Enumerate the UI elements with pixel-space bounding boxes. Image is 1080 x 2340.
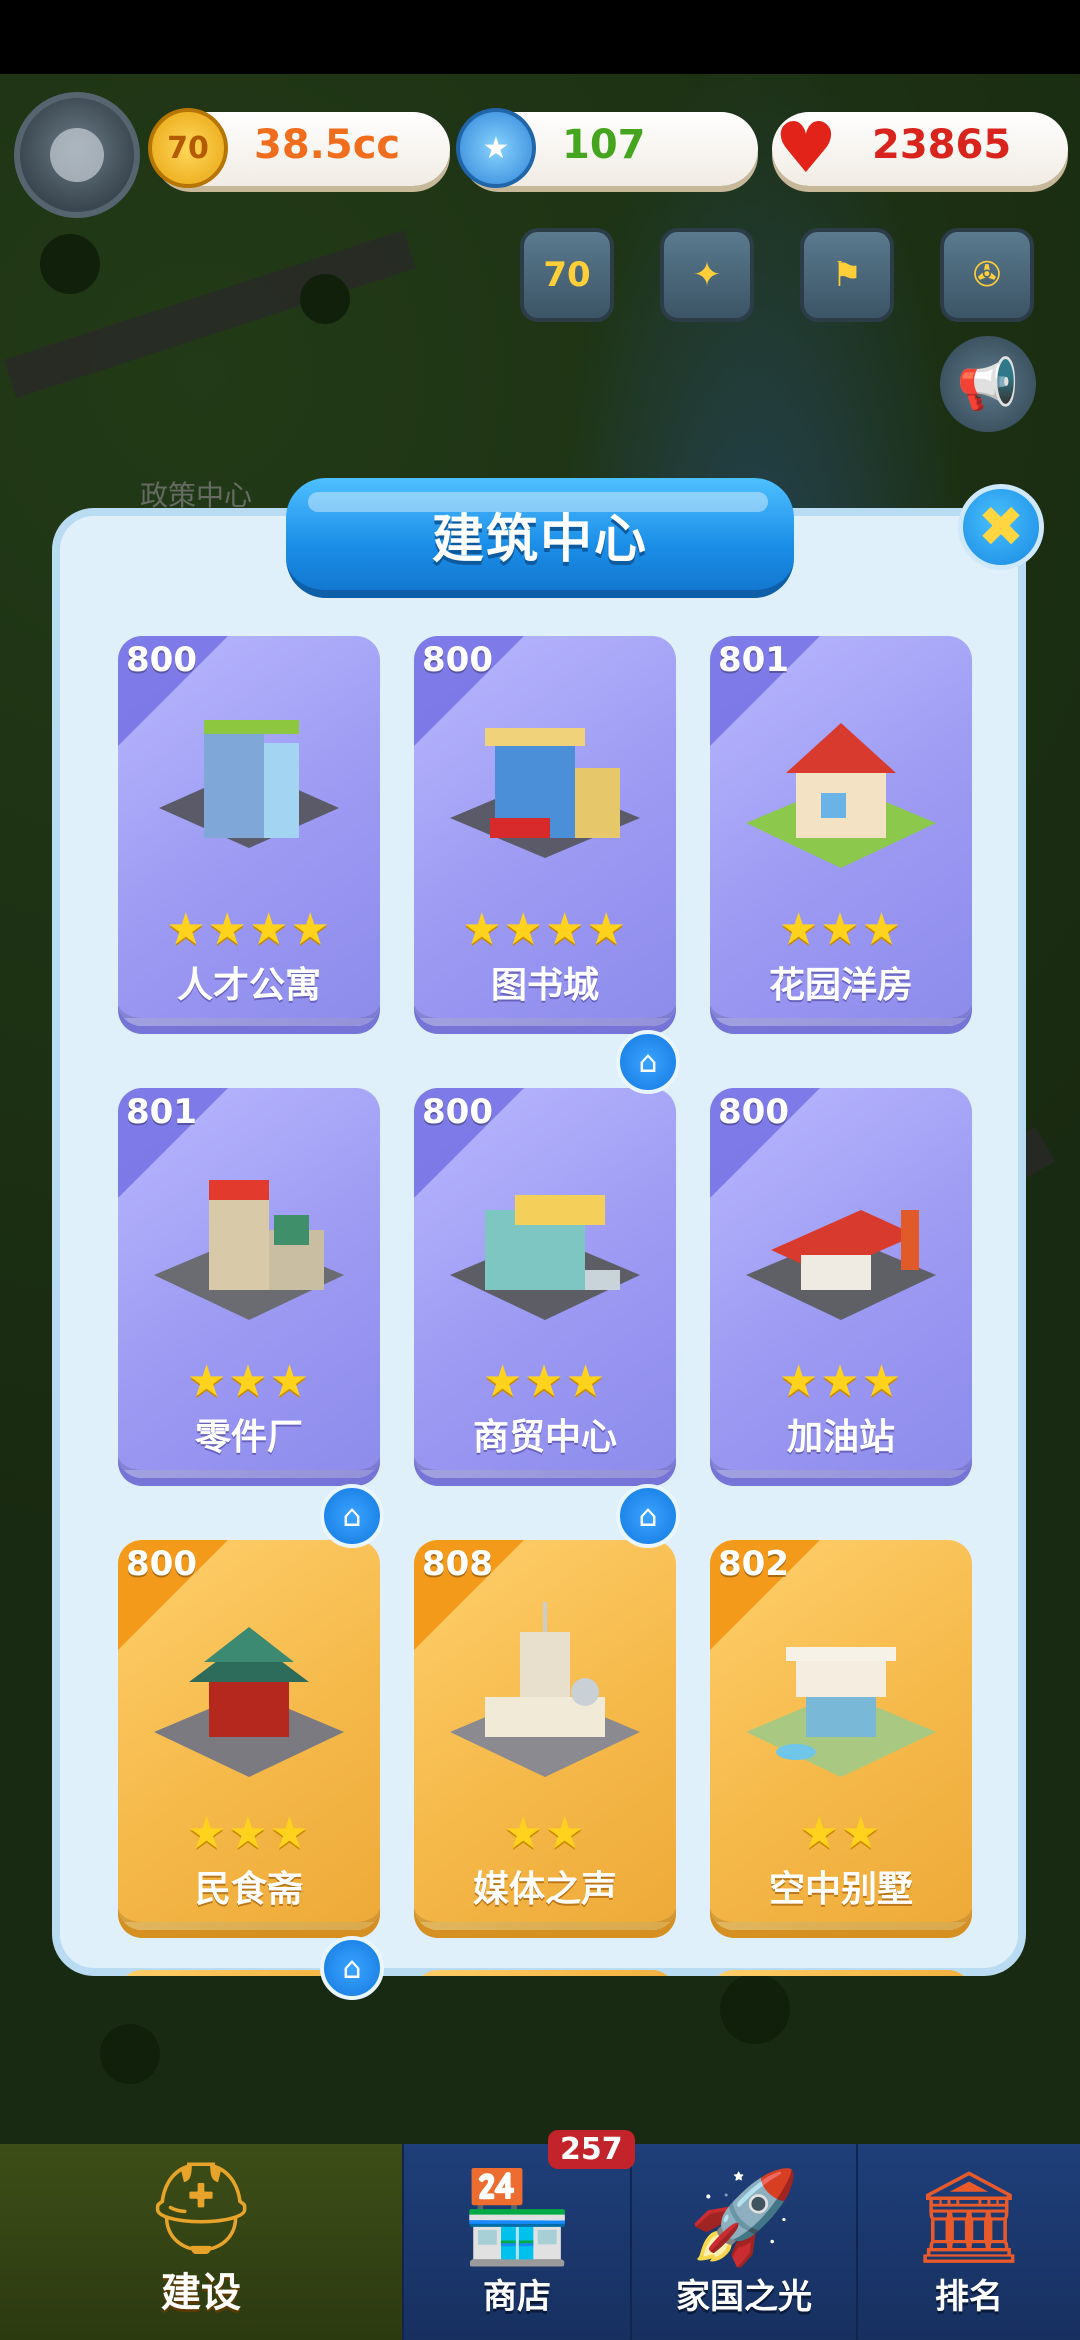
banner-shine — [308, 492, 768, 512]
star-rating: ★★★ — [186, 1808, 312, 1859]
building-grid[interactable]: 800 ★★★★ 人才公寓 800 ★★★★ 图书城 801 ★★★ 花园洋房 … — [60, 598, 1018, 1976]
building-level: 800 — [126, 640, 197, 680]
windmill-icon[interactable]: ✇ — [940, 228, 1034, 322]
building-name: 加油站 — [786, 1417, 895, 1458]
quick-icons-row: 70 ✦ ⚑ ✇ — [520, 228, 1040, 324]
building-name: 花园洋房 — [768, 965, 913, 1006]
star-rating: ★★★ — [778, 1356, 904, 1407]
player-avatar[interactable] — [14, 92, 140, 218]
star-rating: ★★★ — [186, 1356, 312, 1407]
star-rating: ★★★ — [482, 1356, 608, 1407]
gem-counter[interactable]: ★ 107 — [456, 108, 758, 188]
building-level: 808 — [422, 1544, 493, 1584]
event-70-icon[interactable]: 70 — [520, 228, 614, 322]
building-card[interactable]: 808 ★★ 媒体之声 — [414, 1540, 676, 1930]
heart-value: 23865 — [872, 122, 1012, 168]
heart-icon: ♥ — [774, 107, 838, 189]
nav-rank[interactable]: 🏛 排名 — [856, 2144, 1080, 2340]
building-image — [450, 728, 640, 858]
building-image — [450, 1602, 640, 1777]
building-level: 801 — [718, 640, 789, 680]
building-level: 800 — [422, 1092, 493, 1132]
star-rating: ★★★★ — [166, 904, 332, 955]
star-rating: ★★ — [799, 1808, 883, 1859]
status-bar — [0, 0, 1080, 74]
megaphone-icon[interactable]: 📢 — [940, 336, 1036, 432]
building-card[interactable]: 800 ★★★ 商贸中心 — [414, 1088, 676, 1478]
building-card[interactable]: 802 ★★ 空中别墅 — [710, 1540, 972, 1930]
building-name: 空中别墅 — [768, 1869, 913, 1910]
shop-count-badge: 257 — [548, 2130, 635, 2169]
building-level: 800 — [422, 640, 493, 680]
heart-counter[interactable]: ♥ 23865 — [772, 107, 1068, 189]
building-level: 801 — [126, 1092, 197, 1132]
gold-value: 38.5cc — [254, 122, 401, 168]
shop-icon: 🏪 — [460, 2165, 574, 2270]
building-level: 802 — [718, 1544, 789, 1584]
trophy-building-icon: 🏛 — [911, 2165, 1027, 2270]
building-name: 图书城 — [490, 965, 599, 1006]
nav-home-light[interactable]: 🚀 家国之光 — [630, 2144, 856, 2340]
building-card[interactable]: 800 ★★★★ 图书城 — [414, 636, 676, 1026]
building-image — [159, 720, 339, 848]
building-card[interactable]: 800 ★★★★ 人才公寓 — [118, 636, 380, 1026]
building-card[interactable]: 800 ★★★ 民食斋 — [118, 1540, 380, 1930]
nav-build[interactable]: ⛑ 建设 — [0, 2144, 402, 2340]
rocket-icon: 🚀 — [687, 2165, 801, 2270]
nav-shop[interactable]: 🏪 商店 — [402, 2144, 630, 2340]
nav-shop-label: 商店 — [483, 2277, 551, 2317]
star-rating: ★★★★ — [462, 904, 628, 955]
gold-counter[interactable]: 70 38.5cc — [148, 108, 450, 188]
nav-rank-label: 排名 — [935, 2277, 1003, 2317]
building-image — [450, 1195, 640, 1320]
home-icon: ⌂ — [320, 1484, 384, 1548]
home-icon: ⌂ — [320, 1936, 384, 2000]
building-name: 民食斋 — [194, 1869, 303, 1910]
building-image — [746, 723, 936, 868]
home-icon: ⌂ — [616, 1030, 680, 1094]
building-name: 媒体之声 — [472, 1869, 617, 1910]
avatar-face — [50, 128, 104, 182]
building-center-panel: 800 ★★★★ 人才公寓 800 ★★★★ 图书城 801 ★★★ 花园洋房 … — [52, 508, 1026, 1976]
building-level: 800 — [718, 1092, 789, 1132]
gold-coin-icon: 70 — [148, 108, 228, 188]
star-rating: ★★ — [503, 1808, 587, 1859]
dialog-title-banner: 建筑中心 — [286, 478, 794, 598]
building-card-partial[interactable] — [710, 1970, 972, 1976]
building-card[interactable]: 800 ★★★ 加油站 — [710, 1088, 972, 1478]
building-name: 人才公寓 — [176, 965, 321, 1006]
star-coin-icon: ★ — [456, 108, 536, 188]
nav-home-light-label: 家国之光 — [676, 2277, 812, 2317]
bottom-nav: ⛑ 建设 🏪 商店 🚀 家国之光 🏛 排名 — [0, 2144, 1080, 2340]
close-button[interactable]: ✖ — [958, 484, 1044, 570]
building-name: 商贸中心 — [472, 1417, 617, 1458]
star-rating: ★★★ — [778, 904, 904, 955]
building-card-partial[interactable] — [414, 1970, 676, 1976]
building-image — [154, 1180, 344, 1320]
home-icon: ⌂ — [616, 1484, 680, 1548]
gem-value: 107 — [562, 122, 646, 168]
hard-hat-icon: ⛑ — [143, 2156, 259, 2261]
building-card[interactable]: 801 ★★★ 花园洋房 — [710, 636, 972, 1026]
building-name: 零件厂 — [194, 1417, 303, 1458]
building-image — [746, 1210, 936, 1320]
building-card[interactable]: 801 ★★★ 零件厂 — [118, 1088, 380, 1478]
flag-icon[interactable]: ⚑ — [800, 228, 894, 322]
building-image — [746, 1647, 936, 1777]
nav-build-label: 建设 — [161, 2270, 241, 2316]
building-level: 800 — [126, 1544, 197, 1584]
building-image — [154, 1627, 344, 1777]
handshake-icon[interactable]: ✦ — [660, 228, 754, 322]
